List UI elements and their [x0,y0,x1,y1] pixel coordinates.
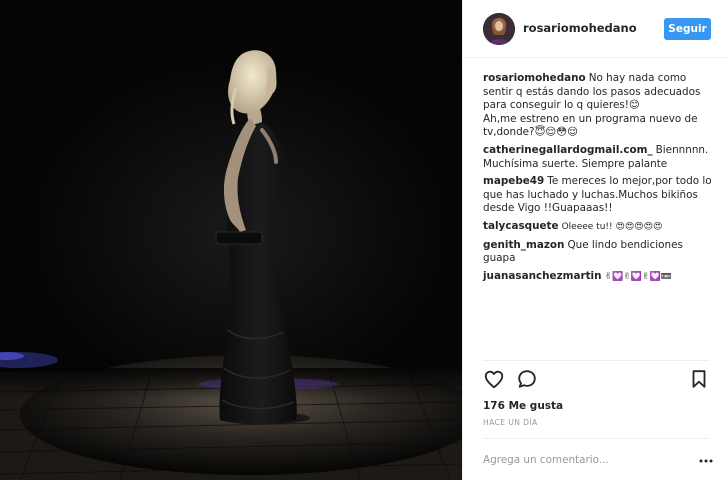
comment-bubble-icon[interactable] [516,368,540,392]
caption-text-line-2: Ah,me estreno en un programa nuevo de tv… [483,112,698,139]
heart-icon[interactable] [483,368,507,392]
username-link[interactable]: rosariomohedano [523,21,637,35]
post-actions [483,368,709,394]
actions-divider [483,360,709,361]
stage-performer-image [0,0,462,480]
comment-input-divider [483,438,709,439]
comment-item: genith_mazon Que lindo bendiciones guapa [483,239,713,266]
comment-author-link[interactable]: juanasanchezmartin [483,270,602,282]
comment-text: Oleeee tu!! 😍😍😍😍😍 [561,221,663,232]
comment-author-link[interactable]: genith_mazon [483,239,564,251]
comment-author-link[interactable]: mapebe49 [483,175,544,187]
post-photo[interactable] [0,0,462,480]
bookmark-icon[interactable] [688,368,712,392]
comment-item: mapebe49 Te mereces lo mejor,por todo lo … [483,175,713,216]
comment-item: catherinegallardogmail.com_ Biennnnn. Muc… [483,144,713,171]
instagram-post: rosariomohedano Seguir rosariomohedano No… [0,0,728,480]
comment-text: ✌💟✌💟✌💟📼 [604,271,672,282]
comment-item: talycasquete Oleeee tu!! 😍😍😍😍😍 [483,220,713,235]
post-timestamp[interactable]: HACE UN DÍA [483,418,538,427]
follow-button[interactable]: Seguir [664,18,711,40]
more-options-icon[interactable] [699,453,713,467]
likes-count[interactable]: 176 Me gusta [483,400,563,412]
comment-author-link[interactable]: talycasquete [483,220,559,232]
comment-author-link[interactable]: catherinegallardogmail.com_ [483,144,653,156]
avatar[interactable] [483,13,515,45]
add-comment-input[interactable] [483,452,693,468]
post-header: rosariomohedano Seguir [463,0,728,58]
comment-item: juanasanchezmartin ✌💟✌💟✌💟📼 [483,270,713,285]
post-caption: rosariomohedano No hay nada como sentir q… [483,72,713,140]
post-side-panel: rosariomohedano Seguir rosariomohedano No… [462,0,728,480]
avatar-image [483,13,515,45]
caption-author-link[interactable]: rosariomohedano [483,72,586,84]
comments-list: rosariomohedano No hay nada como sentir q… [483,72,713,288]
